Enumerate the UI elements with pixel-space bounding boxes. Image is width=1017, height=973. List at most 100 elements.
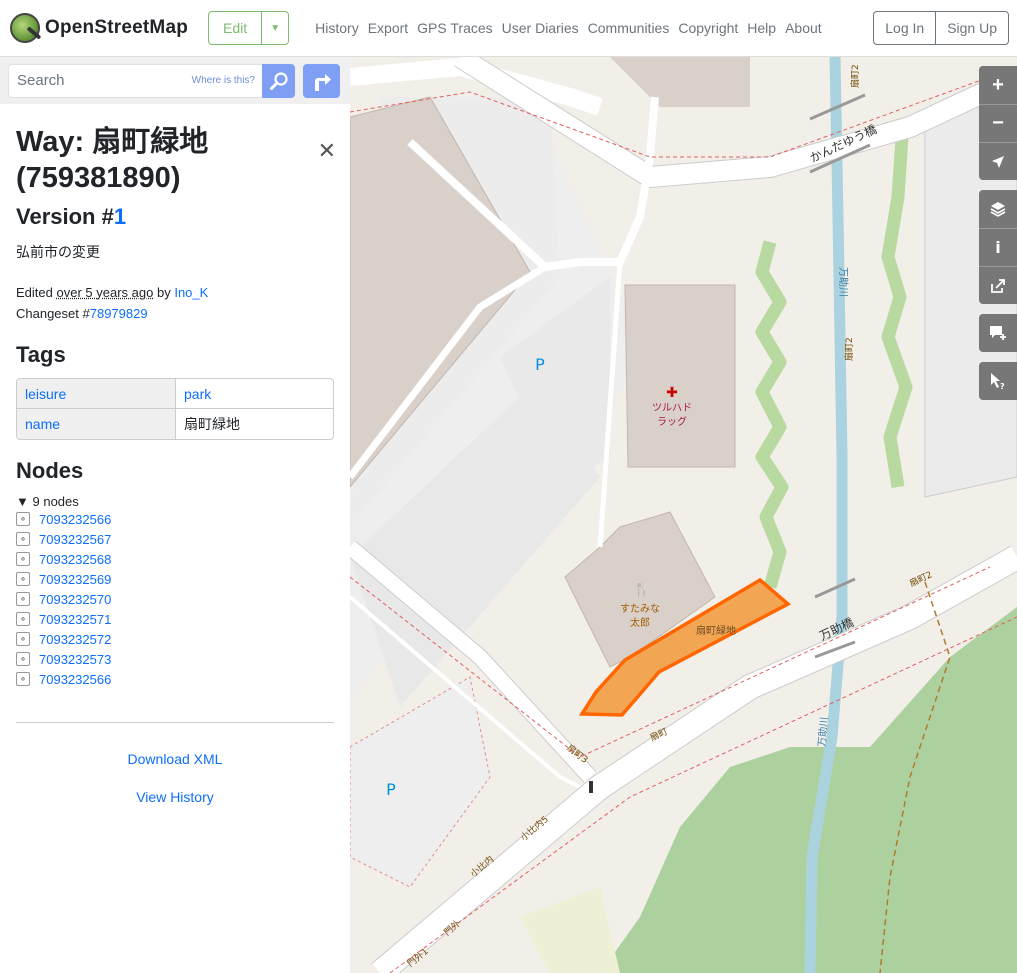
version-link[interactable]: 1 [114, 204, 126, 229]
changeset-prefix: Changeset # [16, 306, 90, 321]
node-icon: ∘ [16, 612, 30, 626]
view-history-link[interactable]: View History [16, 789, 334, 805]
node-icon: ∘ [16, 592, 30, 606]
share-icon [991, 278, 1005, 293]
logo[interactable]: OpenStreetMap [10, 13, 188, 43]
changeset-comment: 弘前市の変更 [16, 244, 100, 260]
traffic-signal-icon [589, 781, 593, 793]
bridge-rail [814, 577, 856, 599]
node-icon: ∘ [16, 532, 30, 546]
version-heading: Version #1 [16, 204, 334, 230]
nav-about[interactable]: About [785, 20, 822, 36]
plus-icon: + [992, 73, 1004, 96]
park-strip [755, 240, 789, 589]
node-link[interactable]: 7093232566 [39, 672, 111, 687]
node-icon: ∘ [16, 652, 30, 666]
node-icon: ∘ [16, 572, 30, 586]
layers-icon [990, 202, 1006, 217]
edit-button[interactable]: Edit [209, 12, 263, 44]
search-bar: Where is this? [0, 57, 350, 104]
nav-gps-traces[interactable]: GPS Traces [417, 20, 492, 36]
query-features-button[interactable]: ? [979, 362, 1017, 400]
map-canvas[interactable]: かんだゆう橋 万助橋 ツルハド ラッグ ✚ 🍴 すたみな 太郎 扇町緑地 P P… [350, 57, 1017, 973]
map-label-street: 扇町2 [907, 568, 934, 589]
list-item: ∘ 7093232570 [16, 589, 334, 609]
nav-history[interactable]: History [315, 20, 359, 36]
list-item: ∘ 7093232568 [16, 549, 334, 569]
edited-time: over 5 years ago [56, 285, 154, 300]
feature-details: ✕ Way: 扇町緑地 (759381890) Version #1 弘前市の変… [0, 124, 350, 805]
auth-buttons: Log In Sign Up [873, 11, 1009, 45]
svg-text:?: ? [1000, 382, 1005, 390]
osm-logo-icon [10, 13, 40, 43]
changeset-link[interactable]: 78979829 [90, 306, 148, 321]
edit-dropdown-button[interactable]: ▼ [262, 12, 288, 44]
share-button[interactable] [979, 266, 1017, 304]
location-arrow-icon [992, 155, 1004, 168]
add-note-button[interactable] [979, 314, 1017, 352]
search-input[interactable] [9, 72, 189, 89]
map-label-river: 万助川 [837, 267, 850, 297]
where-is-this-link[interactable]: Where is this? [192, 75, 255, 86]
map-key-button[interactable]: ⅰ [979, 228, 1017, 266]
list-item: ∘ 7093232566 [16, 669, 334, 689]
edited-by: by [156, 285, 171, 300]
zoom-out-button[interactable]: − [979, 104, 1017, 142]
edited-prefix: Edited [16, 285, 53, 300]
search-button[interactable] [262, 63, 295, 98]
list-item: ∘ 7093232572 [16, 629, 334, 649]
locate-button[interactable] [979, 142, 1017, 180]
parking-area [350, 676, 491, 888]
tag-key[interactable]: leisure [25, 386, 66, 402]
map-label-parking: P [386, 780, 396, 799]
query-controls: ? [979, 362, 1017, 400]
list-item: ∘ 7093232567 [16, 529, 334, 549]
node-link[interactable]: 7093232570 [39, 592, 111, 607]
node-icon: ∘ [16, 632, 30, 646]
nav-export[interactable]: Export [368, 20, 408, 36]
node-link[interactable]: 7093232567 [39, 532, 111, 547]
node-link[interactable]: 7093232566 [39, 512, 111, 527]
node-link[interactable]: 7093232573 [39, 652, 111, 667]
download-xml-link[interactable]: Download XML [16, 751, 334, 767]
node-link[interactable]: 7093232572 [39, 632, 111, 647]
search-box: Where is this? [8, 63, 262, 98]
signup-button[interactable]: Sign Up [935, 12, 1008, 44]
node-icon: ∘ [16, 512, 30, 526]
edit-meta: Edited over 5 years ago by Ino_K Changes… [16, 282, 334, 324]
building [624, 284, 736, 468]
nav-communities[interactable]: Communities [588, 20, 670, 36]
triangle-down-icon: ▼ [16, 494, 29, 509]
directions-button[interactable] [303, 63, 340, 98]
list-item: ∘ 7093232569 [16, 569, 334, 589]
login-button[interactable]: Log In [874, 12, 935, 44]
node-link[interactable]: 7093232568 [39, 552, 111, 567]
directions-icon [314, 73, 331, 91]
nodes-summary-toggle[interactable]: ▼ 9 nodes [16, 494, 334, 509]
note-controls [979, 314, 1017, 352]
user-link[interactable]: Ino_K [174, 285, 208, 300]
tags-heading: Tags [16, 342, 66, 367]
page-title: Way: 扇町緑地 (759381890) [16, 126, 209, 194]
layers-button[interactable] [979, 190, 1017, 228]
park-strip [881, 136, 913, 489]
tag-key[interactable]: name [25, 416, 60, 432]
nodes-heading: Nodes [16, 458, 84, 483]
nav-user-diaries[interactable]: User Diaries [502, 20, 579, 36]
table-row: name 扇町緑地 [17, 409, 333, 439]
node-link[interactable]: 7093232571 [39, 612, 111, 627]
nav-copyright[interactable]: Copyright [678, 20, 738, 36]
divider [16, 722, 334, 723]
close-icon[interactable]: ✕ [318, 138, 336, 164]
table-row: leisure park [17, 379, 333, 409]
nodes-list: ∘ 7093232566 ∘ 7093232567 ∘ 7093232568 ∘ 709… [16, 509, 334, 689]
tags-table: leisure park name 扇町緑地 [16, 378, 334, 440]
node-link[interactable]: 7093232569 [39, 572, 111, 587]
zoom-in-button[interactable]: + [979, 66, 1017, 104]
map-view[interactable]: かんだゆう橋 万助橋 ツルハド ラッグ ✚ 🍴 すたみな 太郎 扇町緑地 P P… [350, 57, 1017, 973]
tag-value[interactable]: park [184, 386, 211, 402]
version-prefix: Version # [16, 204, 114, 229]
map-controls: + − ⅰ ? [979, 66, 1017, 410]
nav-help[interactable]: Help [747, 20, 776, 36]
map-label-pharmacy: ラッグ [657, 415, 687, 428]
